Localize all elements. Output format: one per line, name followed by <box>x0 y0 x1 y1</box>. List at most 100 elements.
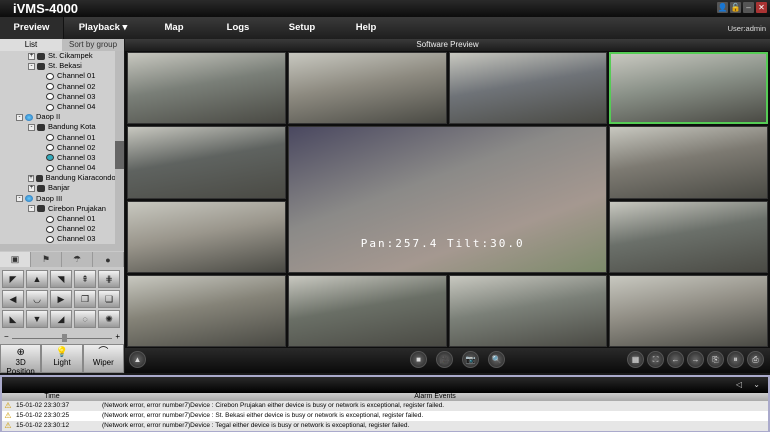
video-tile[interactable] <box>287 52 447 125</box>
lock-icon[interactable]: 🔓 <box>730 2 741 13</box>
tree-scrollbar[interactable] <box>115 51 124 244</box>
capture-icon[interactable]: 📷 <box>462 351 479 368</box>
video-tile[interactable] <box>609 274 768 347</box>
video-tile[interactable] <box>127 126 286 199</box>
col-alarm-events[interactable]: Alarm Events <box>102 393 768 401</box>
ptz-toggle-icon[interactable]: ▲ <box>129 351 146 368</box>
digital-zoom-icon[interactable]: 🔍 <box>488 351 505 368</box>
expand-toggle-icon[interactable]: - <box>28 123 35 131</box>
slider-minus[interactable]: − <box>4 332 9 341</box>
collapse-icon[interactable]: ◁ <box>736 380 742 389</box>
print-icon[interactable]: ⎙ <box>747 351 764 368</box>
expand-icon[interactable]: ⌄ <box>753 380 760 389</box>
next-page-icon[interactable]: → <box>687 351 704 368</box>
ptz-button-icon[interactable]: ◤ <box>2 270 24 288</box>
tab-sort-by-group[interactable]: Sort by group <box>62 39 124 51</box>
ptz-button-icon[interactable]: ▶ <box>50 290 72 308</box>
col-time[interactable]: Time <box>2 393 102 401</box>
pause-cycle-icon[interactable]: ⏸ <box>727 351 744 368</box>
video-tile[interactable] <box>127 52 286 125</box>
tree-node[interactable]: - Bandung Kota <box>0 122 124 132</box>
tree-node[interactable]: - Cirebon Prujakan <box>0 204 124 214</box>
video-tile[interactable] <box>448 274 608 347</box>
tree-node[interactable]: Channel 03 <box>0 92 124 102</box>
slider-plus[interactable]: + <box>115 332 120 341</box>
tree-node[interactable]: + Banjar <box>0 183 124 193</box>
ptz-tab-control[interactable]: ▣ <box>0 252 31 267</box>
expand-toggle-icon[interactable]: - <box>16 195 23 203</box>
fullscreen-icon[interactable]: ⛶ <box>647 351 664 368</box>
menu-logs[interactable]: Logs <box>206 17 270 39</box>
tree-node[interactable]: Channel 04 <box>0 102 124 112</box>
tab-list[interactable]: List <box>0 39 62 51</box>
ptz-button-icon[interactable]: ❐ <box>74 290 96 308</box>
tree-node[interactable]: Channel 02 <box>0 143 124 153</box>
ptz-button-icon[interactable]: ◣ <box>2 310 24 328</box>
switch-icon[interactable]: ⎘ <box>707 351 724 368</box>
expand-toggle-icon[interactable]: - <box>28 62 35 70</box>
menu-help[interactable]: Help <box>334 17 398 39</box>
video-tile[interactable] <box>127 200 286 273</box>
tree-node[interactable]: Channel 01 <box>0 214 124 224</box>
ptz-button-icon[interactable]: ◀ <box>2 290 24 308</box>
tree-node[interactable]: Channel 02 <box>0 224 124 234</box>
tree-node[interactable]: Channel 02 <box>0 82 124 92</box>
wiper-button[interactable]: ⌒ Wiper <box>82 344 124 373</box>
video-tile[interactable] <box>127 274 286 347</box>
video-tile-main[interactable]: Pan:257.4 Tilt:30.0 <box>287 126 608 273</box>
tree-node[interactable]: - Daop II <box>0 112 124 122</box>
ptz-button-icon[interactable]: ◡ <box>26 290 48 308</box>
tree-node[interactable]: - Daop III <box>0 194 124 204</box>
expand-toggle-icon[interactable]: - <box>16 113 23 121</box>
ptz-tab-image[interactable]: ● <box>93 252 124 267</box>
menu-setup[interactable]: Setup <box>270 17 334 39</box>
record-icon[interactable]: 🎥 <box>436 351 453 368</box>
ptz-button-icon[interactable]: ◢ <box>50 310 72 328</box>
menu-playback[interactable]: Playback ▾ <box>64 17 142 39</box>
tree-node[interactable]: Channel 03 <box>0 153 124 163</box>
alarm-row[interactable]: ⚠ 15-01-02 23:30:12 (Network error, error … <box>2 421 768 431</box>
ptz-button-icon[interactable]: ▼ <box>26 310 48 328</box>
tree-node[interactable]: Channel 01 <box>0 71 124 81</box>
user-icon[interactable]: 👤 <box>717 2 728 13</box>
user-label: User:admin <box>727 24 766 33</box>
video-tile[interactable] <box>609 52 768 125</box>
ptz-button-icon[interactable]: ▲ <box>26 270 48 288</box>
ptz-button-icon[interactable]: ✺ <box>98 310 120 328</box>
close-icon[interactable]: ✕ <box>756 2 767 13</box>
tree-node[interactable]: Channel 04 <box>0 163 124 173</box>
ptz-button-icon[interactable]: ❏ <box>98 290 120 308</box>
tree-hscrollbar[interactable] <box>0 244 124 251</box>
ptz-button-icon[interactable]: ⇞ <box>74 270 96 288</box>
tree-node[interactable]: + Bandung Kiaracondong <box>0 173 124 183</box>
ptz-button-icon[interactable]: ◥ <box>50 270 72 288</box>
tree-node[interactable]: + St. Cikampek <box>0 51 124 61</box>
stop-all-icon[interactable]: ■ <box>410 351 427 368</box>
minimize-icon[interactable]: – <box>743 2 754 13</box>
ptz-button-icon[interactable]: ◌ <box>74 310 96 328</box>
menu-preview[interactable]: Preview <box>0 17 64 39</box>
expand-toggle-icon[interactable]: + <box>28 174 35 182</box>
video-tile[interactable] <box>609 200 768 273</box>
ptz-speed-slider[interactable]: − + <box>4 332 120 342</box>
tree-node[interactable]: - St. Bekasi <box>0 61 124 71</box>
layout-icon[interactable]: ▦ <box>627 351 644 368</box>
video-tile[interactable] <box>448 52 608 125</box>
expand-toggle-icon[interactable]: + <box>28 185 35 193</box>
menu-map[interactable]: Map <box>142 17 206 39</box>
ptz-tab-preset[interactable]: ⚑ <box>31 252 62 267</box>
tree-node[interactable]: Channel 03 <box>0 234 124 244</box>
video-tile[interactable] <box>609 126 768 199</box>
3d-position-button[interactable]: ⊕ 3D Position <box>0 344 42 376</box>
video-tile[interactable] <box>287 274 447 347</box>
prev-page-icon[interactable]: ← <box>667 351 684 368</box>
expand-toggle-icon[interactable]: + <box>28 52 35 60</box>
alarm-row[interactable]: ⚠ 15-01-02 23:30:37 (Network error, error … <box>2 401 768 411</box>
tree-node[interactable]: Channel 01 <box>0 133 124 143</box>
alarm-row[interactable]: ⚠ 15-01-02 23:30:25 (Network error, error … <box>2 411 768 421</box>
light-button[interactable]: 💡 Light <box>41 344 83 373</box>
ptz-button-icon[interactable]: ⋕ <box>98 270 120 288</box>
slider-knob[interactable] <box>62 334 67 342</box>
ptz-tab-cruise[interactable]: ☂ <box>62 252 93 267</box>
expand-toggle-icon[interactable]: - <box>28 205 35 213</box>
